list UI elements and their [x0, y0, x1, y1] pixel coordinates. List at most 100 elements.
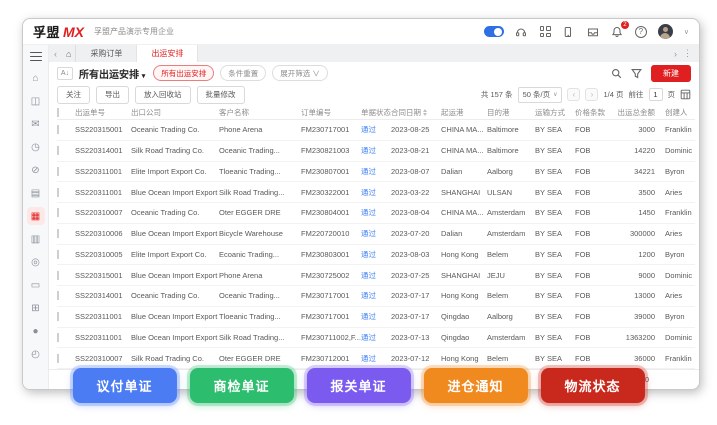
- row-checkbox[interactable]: [57, 312, 75, 321]
- table-row[interactable]: SS220311001Blue Ocean Import Export Co.S…: [57, 328, 695, 349]
- filter-chip-active[interactable]: 所有出运安排: [153, 65, 214, 81]
- table-row[interactable]: SS220311001Blue Ocean Import Export Co.T…: [57, 307, 695, 328]
- avatar[interactable]: [658, 24, 673, 39]
- more-vertical-icon[interactable]: ⋮: [683, 48, 692, 59]
- checkbox-icon[interactable]: [57, 167, 59, 176]
- row-checkbox[interactable]: [57, 271, 75, 280]
- home-tab-icon[interactable]: ⌂: [62, 45, 76, 62]
- checkbox-icon[interactable]: [57, 333, 59, 342]
- row-checkbox[interactable]: [57, 208, 75, 217]
- table-row[interactable]: SS220310007Silk Road Trading Co.Oter EGG…: [57, 348, 695, 369]
- table-row[interactable]: SS220315001Blue Ocean Import Export Co.P…: [57, 265, 695, 286]
- customs-docs-button[interactable]: 报关单证: [306, 368, 410, 403]
- status-badge[interactable]: 通过: [361, 312, 376, 321]
- checkbox-icon[interactable]: [57, 312, 59, 321]
- apps-icon[interactable]: ⊞: [27, 299, 45, 317]
- filter-chip-reset[interactable]: 条件重置: [220, 65, 266, 81]
- hamburger-icon[interactable]: [30, 52, 42, 61]
- checkbox-icon[interactable]: [57, 250, 59, 259]
- row-checkbox[interactable]: [57, 333, 75, 342]
- mode-toggle[interactable]: [484, 26, 504, 37]
- blocked-icon[interactable]: ⊘: [27, 161, 45, 179]
- clock-icon[interactable]: ◴: [27, 345, 45, 363]
- page-size-select[interactable]: 50 条/页∨: [518, 87, 563, 103]
- dark-mode-icon[interactable]: ●: [27, 322, 45, 340]
- tab-purchase-orders[interactable]: 采购订单: [76, 45, 137, 62]
- checkbox-icon[interactable]: [57, 229, 59, 238]
- headset-icon[interactable]: [515, 25, 528, 38]
- shipment-icon[interactable]: ▦: [27, 207, 45, 225]
- tab-shipping-arrangement[interactable]: 出运安排: [137, 45, 198, 62]
- cell-status[interactable]: 通过: [361, 187, 391, 198]
- phone-icon[interactable]: [563, 25, 576, 38]
- status-badge[interactable]: 通过: [361, 250, 376, 259]
- inbox-icon[interactable]: [587, 25, 600, 38]
- warehouse-notice-button[interactable]: 进仓通知: [424, 368, 528, 403]
- recycle-bin-button[interactable]: 放入回收站: [135, 86, 191, 104]
- select-all-checkbox[interactable]: [57, 108, 75, 117]
- table-row[interactable]: SS220314001Silk Road Trading Co.Oceanic …: [57, 141, 695, 162]
- funnel-icon[interactable]: [631, 68, 642, 79]
- checkbox-icon[interactable]: [57, 208, 59, 217]
- status-badge[interactable]: 通过: [361, 271, 376, 280]
- checkbox-icon[interactable]: [57, 108, 59, 117]
- contact-card-icon[interactable]: ◫: [27, 92, 45, 110]
- avatar-caret-icon[interactable]: ∨: [684, 28, 689, 36]
- negotiation-docs-button[interactable]: 议付单证: [72, 368, 176, 403]
- checkbox-icon[interactable]: [57, 188, 59, 197]
- panel-icon[interactable]: ▭: [27, 276, 45, 294]
- help-icon[interactable]: ?: [635, 26, 647, 38]
- cell-status[interactable]: 通过: [361, 353, 391, 364]
- cell-status[interactable]: 通过: [361, 332, 391, 343]
- table-row[interactable]: SS220310007Oceanic Trading Co.Oter EGGER…: [57, 203, 695, 224]
- status-badge[interactable]: 通过: [361, 125, 376, 134]
- status-badge[interactable]: 通过: [361, 354, 376, 363]
- logistics-status-button[interactable]: 物流状态: [541, 368, 645, 403]
- checkbox-icon[interactable]: [57, 125, 59, 134]
- inspection-docs-button[interactable]: 商检单证: [189, 368, 293, 403]
- new-button[interactable]: 新建: [651, 65, 691, 82]
- cell-status[interactable]: 通过: [361, 166, 391, 177]
- row-checkbox[interactable]: [57, 354, 75, 363]
- folder-icon[interactable]: ▤: [27, 184, 45, 202]
- target-icon[interactable]: ◎: [27, 253, 45, 271]
- report-icon[interactable]: ▥: [27, 230, 45, 248]
- cell-status[interactable]: 通过: [361, 311, 391, 322]
- cell-status[interactable]: 通过: [361, 249, 391, 260]
- row-checkbox[interactable]: [57, 188, 75, 197]
- column-settings-icon[interactable]: [680, 89, 691, 100]
- scheme-icon[interactable]: A↓: [57, 67, 73, 80]
- scheme-title[interactable]: 所有出运安排 ▾: [79, 66, 145, 81]
- checkbox-icon[interactable]: [57, 354, 59, 363]
- status-badge[interactable]: 通过: [361, 146, 376, 155]
- cell-status[interactable]: 通过: [361, 290, 391, 301]
- table-row[interactable]: SS220315001Oceanic Trading Co.Phone Aren…: [57, 120, 695, 141]
- goto-page-input[interactable]: [649, 88, 663, 101]
- status-badge[interactable]: 通过: [361, 208, 376, 217]
- filter-chip-expand[interactable]: 展开筛选 ∨: [272, 65, 328, 81]
- row-checkbox[interactable]: [57, 146, 75, 155]
- search-icon[interactable]: [611, 68, 622, 79]
- batch-edit-button[interactable]: 批量修改: [197, 86, 245, 104]
- row-checkbox[interactable]: [57, 250, 75, 259]
- status-badge[interactable]: 通过: [361, 188, 376, 197]
- cell-status[interactable]: 通过: [361, 270, 391, 281]
- row-checkbox[interactable]: [57, 291, 75, 300]
- prev-page-button[interactable]: ‹: [567, 88, 580, 101]
- status-badge[interactable]: 通过: [361, 229, 376, 238]
- mail-icon[interactable]: ✉: [27, 115, 45, 133]
- checkbox-icon[interactable]: [57, 146, 59, 155]
- table-row[interactable]: SS220311001Blue Ocean Import Export Co.S…: [57, 182, 695, 203]
- column-header-date[interactable]: 合同日期: [391, 107, 441, 118]
- table-row[interactable]: SS220314001Oceanic Trading Co.Oceanic Tr…: [57, 286, 695, 307]
- history-icon[interactable]: ◷: [27, 138, 45, 156]
- row-checkbox[interactable]: [57, 125, 75, 134]
- export-button[interactable]: 导出: [96, 86, 129, 104]
- row-checkbox[interactable]: [57, 167, 75, 176]
- next-page-button[interactable]: ›: [585, 88, 598, 101]
- table-row[interactable]: SS220310006Blue Ocean Import Export Co.B…: [57, 224, 695, 245]
- cell-status[interactable]: 通过: [361, 145, 391, 156]
- forward-arrow-icon[interactable]: ›: [674, 49, 677, 59]
- status-badge[interactable]: 通过: [361, 291, 376, 300]
- home-icon[interactable]: ⌂: [27, 69, 45, 87]
